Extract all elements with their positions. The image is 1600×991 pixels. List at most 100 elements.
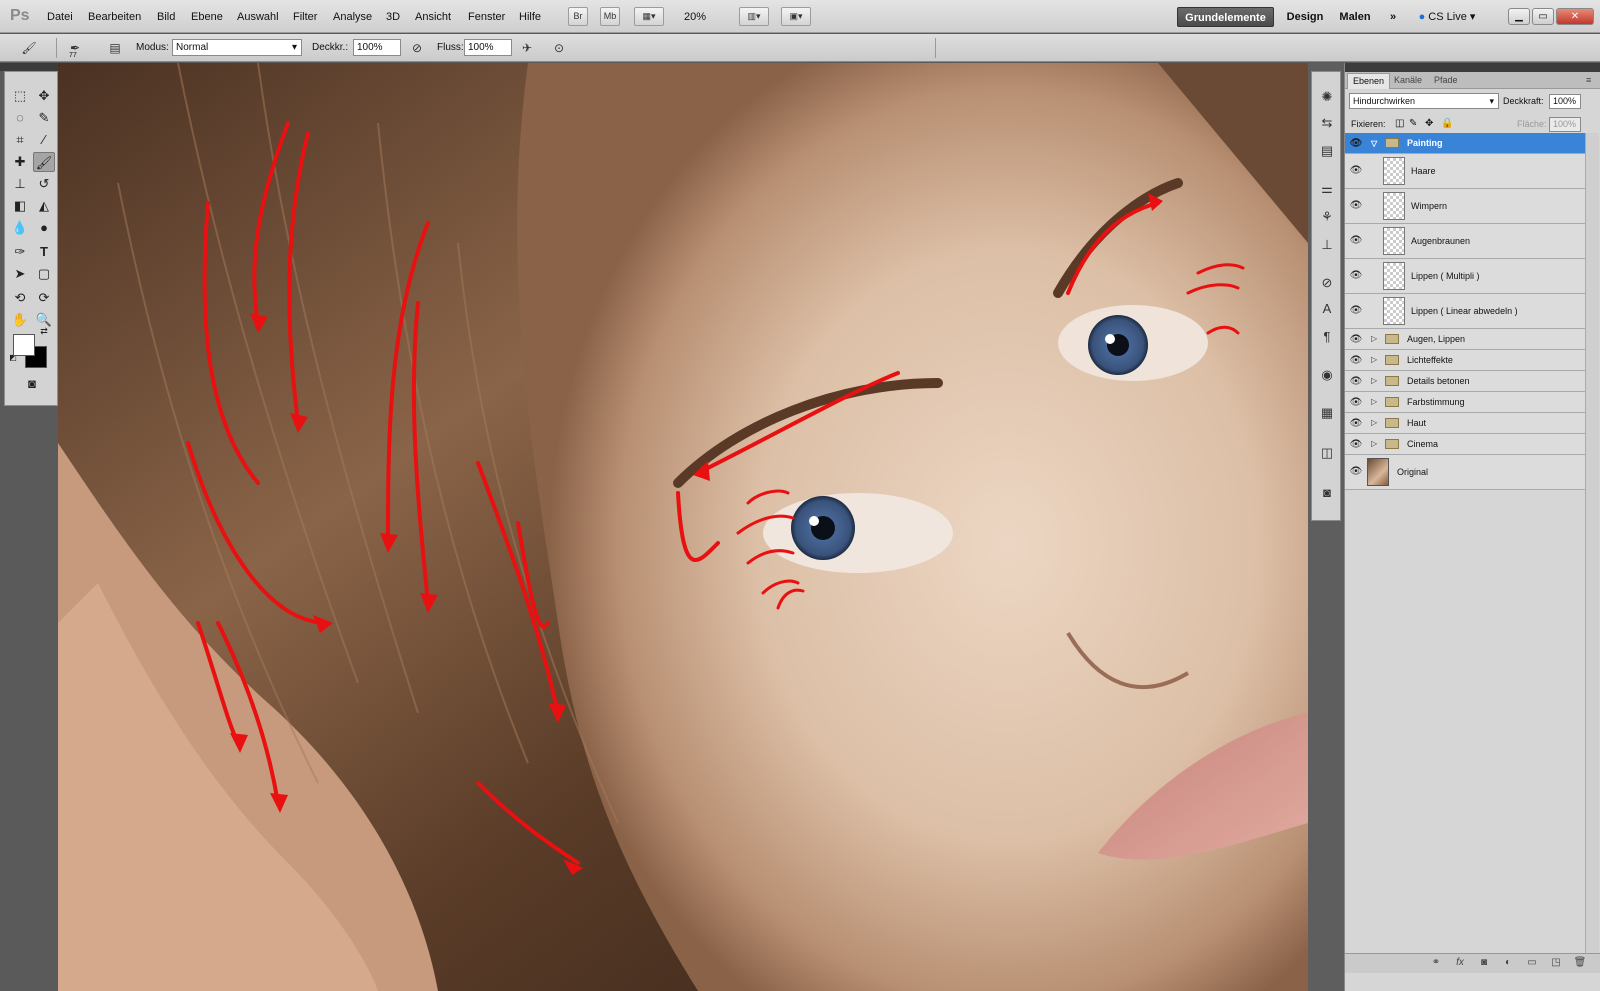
layer-haare[interactable]: 👁 Haare (1345, 154, 1585, 189)
layer-style-icon[interactable]: fx (1453, 957, 1467, 968)
quick-mask-icon[interactable]: ◙ (21, 374, 43, 394)
eye-icon[interactable]: 👁 (1349, 376, 1363, 387)
quick-selection-tool-icon[interactable]: ✎ (33, 108, 55, 128)
new-layer-icon[interactable]: ◳ (1549, 957, 1563, 968)
eye-icon[interactable]: 👁 (1349, 165, 1363, 176)
layers-scrollbar[interactable] (1585, 133, 1599, 953)
lock-position-icon[interactable]: ✥ (1425, 118, 1433, 129)
hand-tool-icon[interactable]: ✋ (9, 310, 31, 330)
menu-analyse[interactable]: Analyse (333, 11, 372, 23)
airbrush-icon[interactable]: ✈ (518, 39, 536, 57)
link-layers-icon[interactable]: ⚭ (1429, 957, 1443, 968)
chevron-right-icon[interactable]: ▷ (1371, 418, 1377, 427)
move-tool-icon[interactable]: ✥ (33, 86, 55, 106)
pen-tool-icon[interactable]: ✑ (9, 242, 31, 262)
adjustments-panel-icon[interactable]: ⚌ (1316, 178, 1338, 200)
3d-orbit-tool-icon[interactable]: ⟳ (33, 288, 55, 308)
3d-rotate-tool-icon[interactable]: ⟲ (9, 288, 31, 308)
deckkraft-input[interactable]: 100% (353, 39, 401, 56)
path-selection-tool-icon[interactable]: ➤ (9, 264, 31, 284)
minibridge-button[interactable]: Mb (600, 7, 620, 26)
fill-input[interactable]: 100% (1549, 117, 1581, 132)
eye-icon[interactable]: 👁 (1349, 439, 1363, 450)
history-panel-icon[interactable]: ▤ (1316, 140, 1338, 162)
minimize-icon[interactable]: ▁ (1508, 8, 1530, 25)
screen-mode-icon[interactable]: ▣▾ (781, 7, 811, 26)
menu-ansicht[interactable]: Ansicht (415, 11, 451, 23)
chevron-down-icon[interactable]: ▽ (1371, 139, 1377, 148)
pressure-opacity-icon[interactable]: ⊘ (408, 39, 426, 57)
foreground-color-swatch[interactable] (13, 334, 35, 356)
chevron-right-icon[interactable]: ▷ (1371, 376, 1377, 385)
brush-tool-icon[interactable]: 🖌 (33, 152, 55, 172)
adjustment-layer-icon[interactable]: ◐ (1501, 957, 1515, 968)
lasso-tool-icon[interactable]: ◌ (9, 108, 31, 128)
close-icon[interactable]: ✕ (1556, 8, 1594, 25)
eye-icon[interactable]: 👁 (1349, 397, 1363, 408)
more-workspaces-icon[interactable]: » (1384, 7, 1402, 27)
lock-all-icon[interactable]: 🔒 (1441, 118, 1453, 129)
eraser-tool-icon[interactable]: ◧ (9, 196, 31, 216)
navigator-panel-icon[interactable]: ✺ (1316, 86, 1338, 108)
layer-group-lichteffekte[interactable]: 👁 ▷ Lichteffekte (1345, 350, 1585, 371)
blend-mode-select[interactable]: Hindurchwirken ▾ (1349, 93, 1499, 109)
fluss-input[interactable]: 100% (464, 39, 512, 56)
workspace-grundelemente[interactable]: Grundelemente (1177, 7, 1274, 27)
eye-icon[interactable]: 👁 (1349, 418, 1363, 429)
pressure-size-icon[interactable]: ⊙ (550, 39, 568, 57)
layer-lippen-multipli[interactable]: 👁 Lippen ( Multipli ) (1345, 259, 1585, 294)
type-tool-icon[interactable]: T (33, 242, 55, 262)
workspace-malen[interactable]: Malen (1336, 7, 1374, 27)
cs-live-button[interactable]: ● CS Live ▾ (1412, 7, 1482, 27)
menu-hilfe[interactable]: Hilfe (519, 11, 541, 23)
brush-panel-icon[interactable]: ⊘ (1316, 272, 1338, 294)
view-extras-icon[interactable]: ▦▾ (634, 7, 664, 26)
clone-source-panel-icon[interactable]: ⊥ (1316, 234, 1338, 256)
document-canvas[interactable] (58, 63, 1308, 991)
eye-icon[interactable]: 👁 (1349, 235, 1363, 246)
eye-icon[interactable]: 👁 (1349, 334, 1363, 345)
tab-ebenen[interactable]: Ebenen (1347, 73, 1391, 89)
lock-transparency-icon[interactable]: ◫ (1395, 118, 1404, 129)
brush-tool-preset-icon[interactable]: 🖌▾ (20, 39, 38, 73)
chevron-right-icon[interactable]: ▷ (1371, 439, 1377, 448)
eye-icon[interactable]: 👁 (1349, 305, 1363, 316)
layer-group-painting[interactable]: 👁 ▽ Painting (1345, 133, 1585, 154)
menu-filter[interactable]: Filter (293, 11, 317, 23)
menu-bearbeiten[interactable]: Bearbeiten (88, 11, 141, 23)
delete-layer-icon[interactable]: 🗑 (1573, 957, 1587, 968)
eye-icon[interactable]: 👁 (1349, 466, 1363, 477)
shape-tool-icon[interactable]: ▢ (33, 264, 55, 284)
menu-datei[interactable]: Datei (47, 11, 73, 23)
masks-panel-icon[interactable]: ◫ (1316, 442, 1338, 464)
crop-tool-icon[interactable]: ⌗ (9, 130, 31, 150)
marquee-tool-icon[interactable]: ⬚ (9, 86, 31, 106)
eyedropper-tool-icon[interactable]: ⁄ (33, 130, 55, 150)
menu-3d[interactable]: 3D (386, 11, 400, 23)
menu-fenster[interactable]: Fenster (468, 11, 505, 23)
layer-opacity-input[interactable]: 100% (1549, 94, 1581, 109)
blur-tool-icon[interactable]: 💧 (9, 218, 31, 238)
histogram-panel-icon[interactable]: ⇆ (1316, 112, 1338, 134)
tab-kanaele[interactable]: Kanäle (1389, 73, 1427, 89)
paint-bucket-tool-icon[interactable]: ◭ (33, 196, 55, 216)
bridge-button[interactable]: Br (568, 7, 588, 26)
panel-menu-icon[interactable]: ≡ (1581, 73, 1596, 89)
paragraph-panel-icon[interactable]: ¶ (1316, 326, 1338, 348)
layer-augenbraunen[interactable]: 👁 Augenbraunen (1345, 224, 1585, 259)
arrange-documents-icon[interactable]: ▥▾ (739, 7, 769, 26)
layer-original[interactable]: 👁 Original (1345, 455, 1585, 490)
chevron-right-icon[interactable]: ▷ (1371, 355, 1377, 364)
layer-group-details-betonen[interactable]: 👁 ▷ Details betonen (1345, 371, 1585, 392)
layer-lippen-linear-abwedeln[interactable]: 👁 Lippen ( Linear abwedeln ) (1345, 294, 1585, 329)
swap-colors-icon[interactable]: ⇄ (37, 324, 51, 338)
brush-panel-toggle-icon[interactable]: ▤ (106, 39, 124, 57)
eye-icon[interactable]: 👁 (1349, 270, 1363, 281)
new-group-icon[interactable]: ▭ (1525, 957, 1539, 968)
layer-group-haut[interactable]: 👁 ▷ Haut (1345, 413, 1585, 434)
tab-pfade[interactable]: Pfade (1429, 73, 1463, 89)
swatches-panel-icon[interactable]: ▦ (1316, 402, 1338, 424)
styles-panel-icon[interactable]: ⚘ (1316, 206, 1338, 228)
zoom-level[interactable]: 20% (684, 11, 706, 23)
workspace-design[interactable]: Design (1282, 7, 1328, 27)
